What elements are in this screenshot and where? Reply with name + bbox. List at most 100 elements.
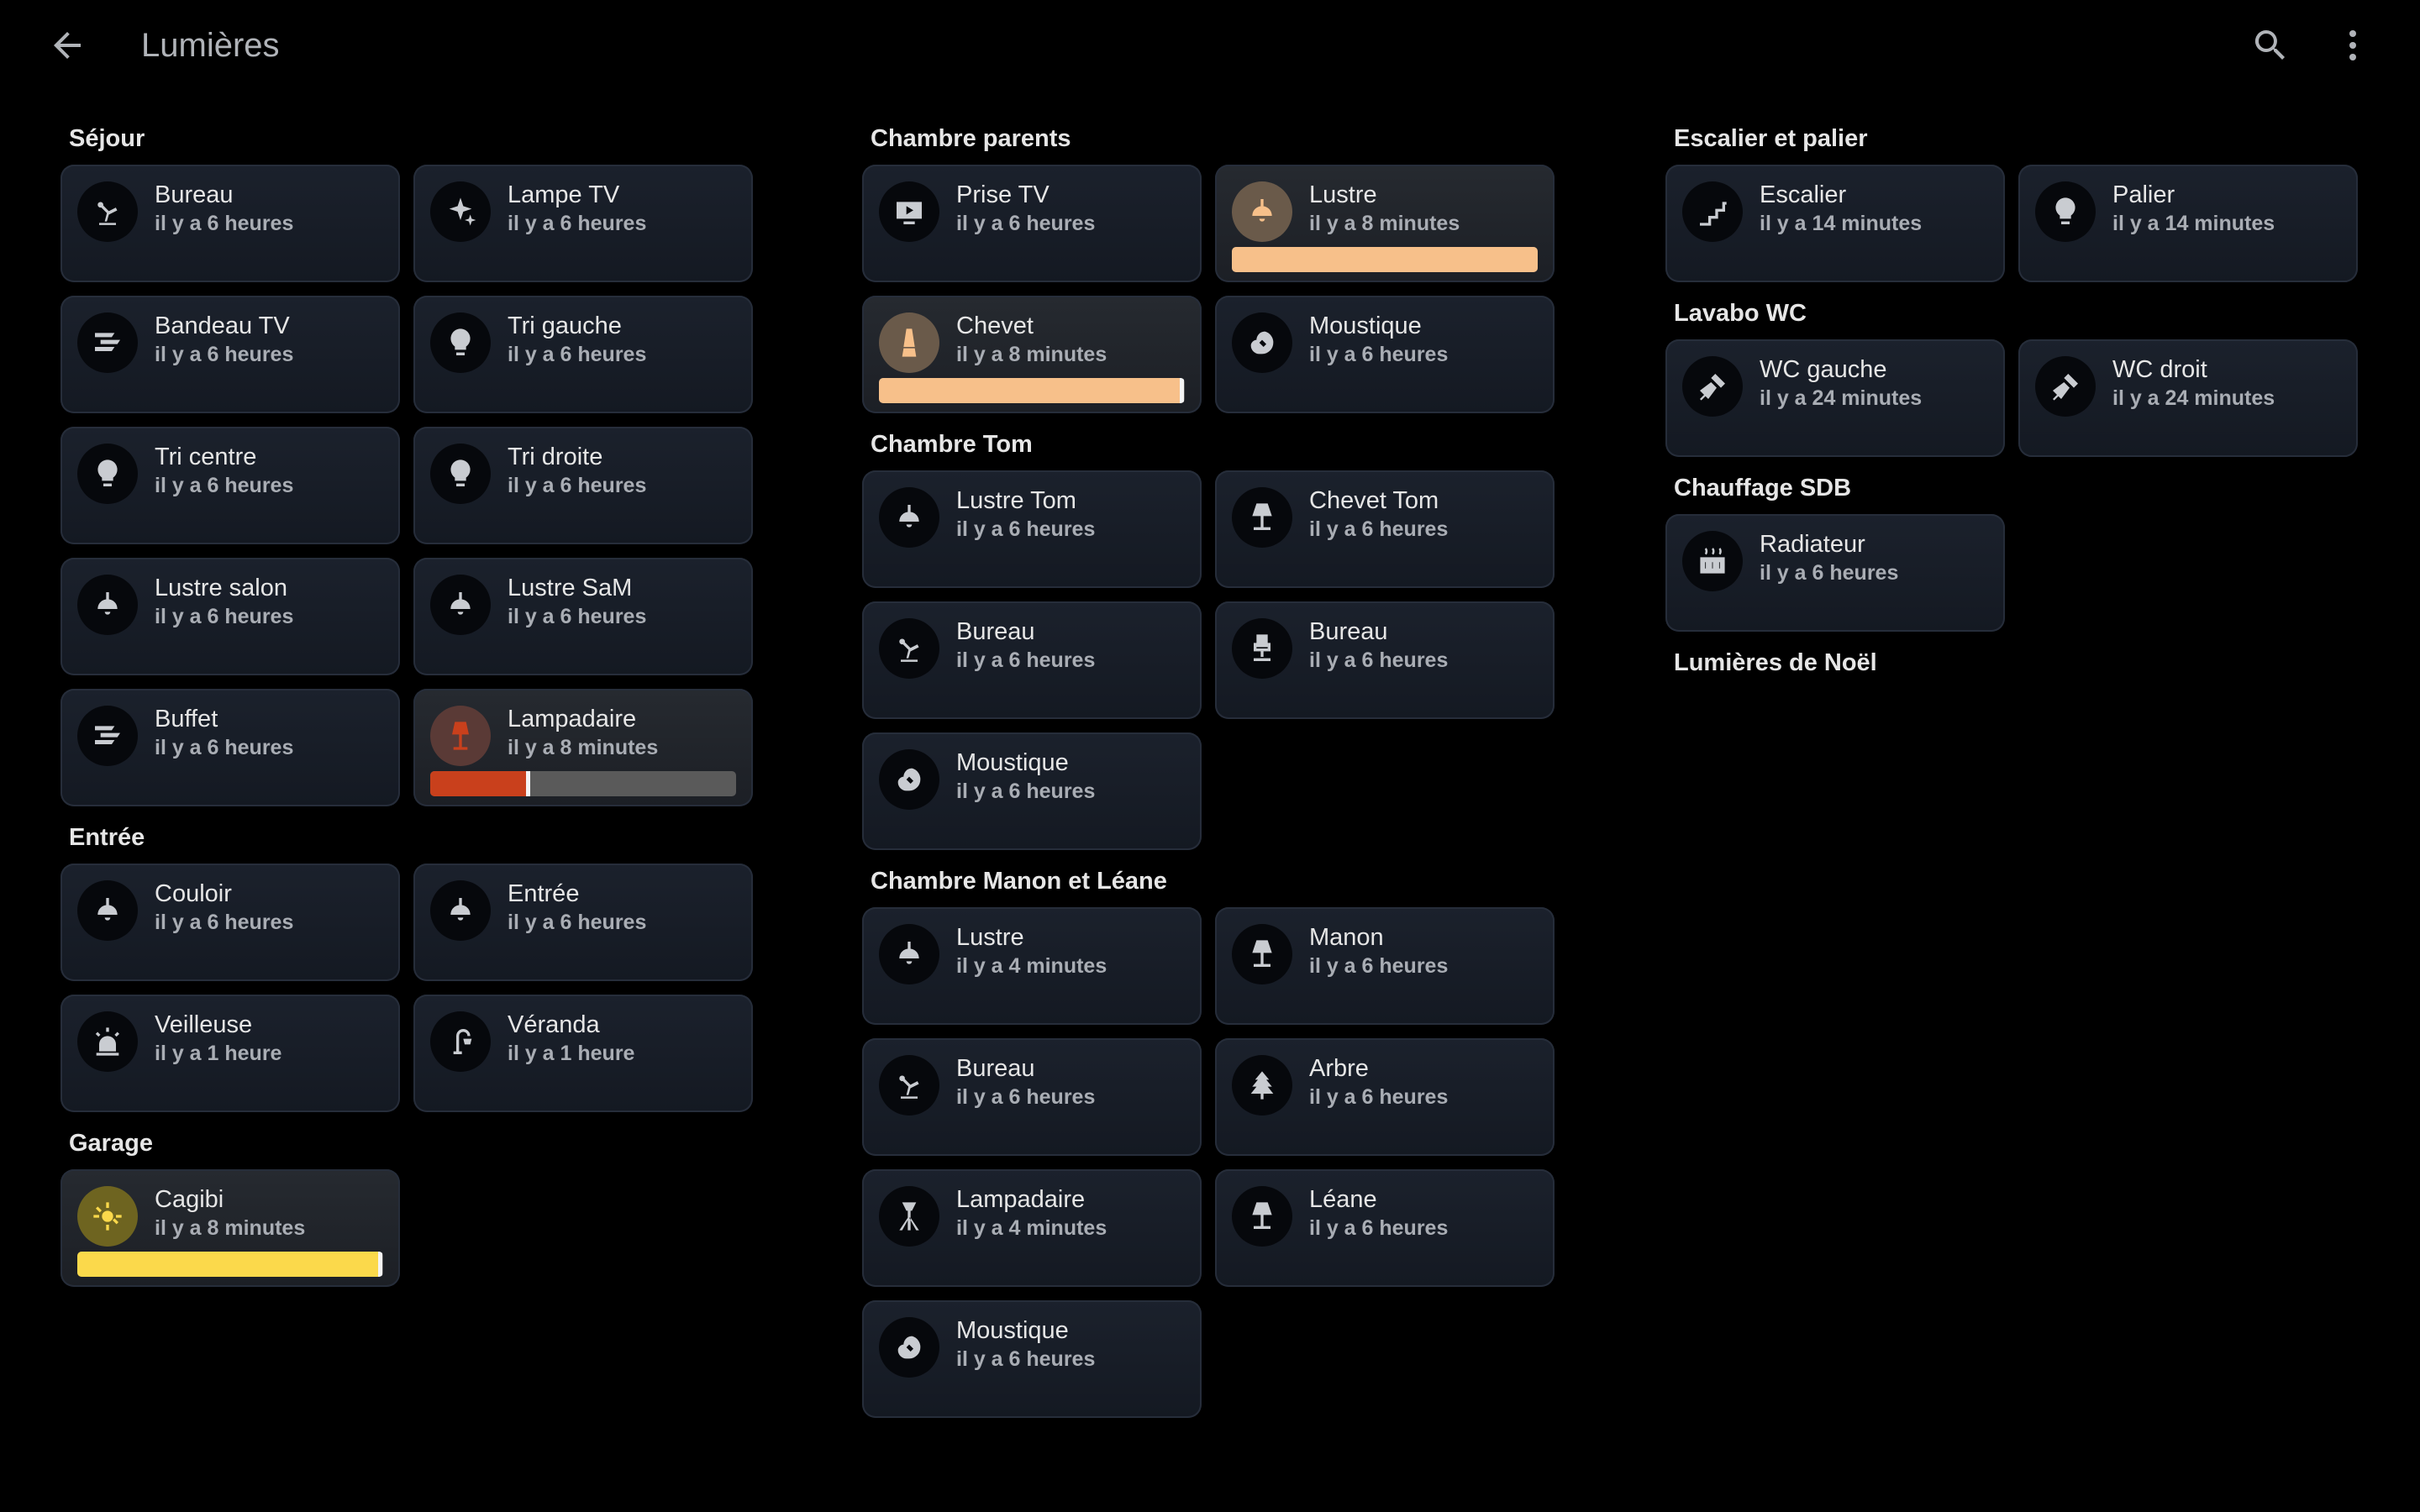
light-tile[interactable]: Couloir il y a 6 heures bbox=[60, 864, 400, 981]
outdoor-lamp-icon[interactable] bbox=[430, 1011, 491, 1072]
light-tile[interactable]: Chevet il y a 8 minutes bbox=[862, 296, 1202, 413]
light-tile[interactable]: Radiateur il y a 6 heures bbox=[1665, 514, 2005, 632]
spotlight-beam-icon[interactable] bbox=[1682, 356, 1743, 417]
light-tile[interactable]: Lustre salon il y a 6 heures bbox=[60, 558, 400, 675]
floor-lamp-icon[interactable] bbox=[430, 706, 491, 766]
ceiling-light-icon[interactable] bbox=[879, 924, 939, 984]
light-tile[interactable]: Lampadaire il y a 8 minutes bbox=[413, 689, 753, 806]
tv-icon[interactable] bbox=[879, 181, 939, 242]
spotlight-icon[interactable] bbox=[77, 1186, 138, 1247]
light-tile[interactable]: Lustre il y a 8 minutes bbox=[1215, 165, 1555, 282]
brightness-slider[interactable] bbox=[879, 378, 1185, 403]
tile-last-changed: il y a 6 heures bbox=[155, 736, 294, 759]
search-icon[interactable] bbox=[2250, 25, 2291, 66]
light-tile[interactable]: Arbre il y a 6 heures bbox=[1215, 1038, 1555, 1156]
brightness-knob[interactable] bbox=[526, 771, 531, 796]
tile-last-changed: il y a 6 heures bbox=[155, 474, 294, 497]
radiator-icon[interactable] bbox=[1682, 531, 1743, 591]
office-chair-icon[interactable] bbox=[1232, 618, 1292, 679]
light-tile[interactable]: Tri centre il y a 6 heures bbox=[60, 427, 400, 544]
light-tile[interactable]: WC gauche il y a 24 minutes bbox=[1665, 339, 2005, 457]
table-lamp-icon[interactable] bbox=[1232, 924, 1292, 984]
light-tile[interactable]: Tri droite il y a 6 heures bbox=[413, 427, 753, 544]
bulb-icon[interactable] bbox=[2035, 181, 2096, 242]
area-tiles: Prise TV il y a 6 heures Lustre il y a 8 mi… bbox=[862, 165, 1585, 413]
tile-last-changed: il y a 6 heures bbox=[956, 212, 1096, 235]
light-tile[interactable]: Bureau il y a 6 heures bbox=[60, 165, 400, 282]
brightness-knob[interactable] bbox=[1180, 378, 1185, 403]
light-tile[interactable]: Manon il y a 6 heures bbox=[1215, 907, 1555, 1025]
area-tiles: Bureau il y a 6 heures Lampe TV il y a 6 he… bbox=[60, 165, 783, 806]
light-tile[interactable]: Buffet il y a 6 heures bbox=[60, 689, 400, 806]
mosquito-icon[interactable] bbox=[879, 1317, 939, 1378]
brightness-slider[interactable] bbox=[430, 771, 736, 796]
light-tile[interactable]: Cagibi il y a 8 minutes bbox=[60, 1169, 400, 1287]
alarm-light-icon[interactable] bbox=[77, 1011, 138, 1072]
bulb-icon[interactable] bbox=[430, 444, 491, 504]
light-tile[interactable]: Escalier il y a 14 minutes bbox=[1665, 165, 2005, 282]
light-tile[interactable]: Lustre Tom il y a 6 heures bbox=[862, 470, 1202, 588]
light-tile[interactable]: Prise TV il y a 6 heures bbox=[862, 165, 1202, 282]
bulb-icon[interactable] bbox=[430, 312, 491, 373]
table-lamp-icon[interactable] bbox=[1232, 487, 1292, 548]
desk-lamp-icon[interactable] bbox=[879, 618, 939, 679]
tile-last-changed: il y a 6 heures bbox=[1309, 648, 1449, 672]
desk-lamp-icon[interactable] bbox=[77, 181, 138, 242]
ceiling-light-icon[interactable] bbox=[430, 575, 491, 635]
bulb-icon[interactable] bbox=[77, 444, 138, 504]
tile-last-changed: il y a 6 heures bbox=[508, 212, 647, 235]
tile-last-changed: il y a 6 heures bbox=[508, 474, 647, 497]
light-tile[interactable]: Moustique il y a 6 heures bbox=[862, 1300, 1202, 1418]
brightness-fill bbox=[1232, 247, 1538, 272]
ceiling-light-icon[interactable] bbox=[77, 575, 138, 635]
tile-last-changed: il y a 6 heures bbox=[956, 780, 1096, 803]
light-tile[interactable]: Véranda il y a 1 heure bbox=[413, 995, 753, 1112]
light-tile[interactable]: Bandeau TV il y a 6 heures bbox=[60, 296, 400, 413]
area-heading: Garage bbox=[69, 1130, 153, 1157]
pine-tree-icon[interactable] bbox=[1232, 1055, 1292, 1116]
light-tile[interactable]: Chevet Tom il y a 6 heures bbox=[1215, 470, 1555, 588]
light-tile[interactable]: Lustre il y a 4 minutes bbox=[862, 907, 1202, 1025]
ceiling-light-icon[interactable] bbox=[1232, 181, 1292, 242]
light-tile[interactable]: Lampadaire il y a 4 minutes bbox=[862, 1169, 1202, 1287]
light-tile[interactable]: Palier il y a 14 minutes bbox=[2018, 165, 2358, 282]
tripod-lamp-icon[interactable] bbox=[879, 1186, 939, 1247]
light-tile[interactable]: Tri gauche il y a 6 heures bbox=[413, 296, 753, 413]
desk-lamp-icon[interactable] bbox=[879, 1055, 939, 1116]
led-strip-icon[interactable] bbox=[77, 312, 138, 373]
light-tile[interactable]: Bureau il y a 6 heures bbox=[862, 1038, 1202, 1156]
ceiling-light-icon[interactable] bbox=[430, 880, 491, 941]
tile-last-changed: il y a 6 heures bbox=[956, 648, 1096, 672]
light-tile[interactable]: Moustique il y a 6 heures bbox=[862, 732, 1202, 850]
brightness-slider[interactable] bbox=[1232, 247, 1538, 272]
light-tile[interactable]: Moustique il y a 6 heures bbox=[1215, 296, 1555, 413]
light-tile[interactable]: Bureau il y a 6 heures bbox=[862, 601, 1202, 719]
light-tile[interactable]: Veilleuse il y a 1 heure bbox=[60, 995, 400, 1112]
led-strip-icon[interactable] bbox=[77, 706, 138, 766]
stairs-icon[interactable] bbox=[1682, 181, 1743, 242]
light-tile[interactable]: Lampe TV il y a 6 heures bbox=[413, 165, 753, 282]
light-tile[interactable]: Lustre SaM il y a 6 heures bbox=[413, 558, 753, 675]
tile-name: Lampadaire bbox=[508, 706, 637, 732]
light-tile[interactable]: WC droit il y a 24 minutes bbox=[2018, 339, 2358, 457]
mosquito-icon[interactable] bbox=[1232, 312, 1292, 373]
spotlight-beam-icon[interactable] bbox=[2035, 356, 2096, 417]
table-lamp-icon[interactable] bbox=[1232, 1186, 1292, 1247]
lava-lamp-icon[interactable] bbox=[879, 312, 939, 373]
light-tile[interactable]: Entrée il y a 6 heures bbox=[413, 864, 753, 981]
tile-last-changed: il y a 6 heures bbox=[1309, 517, 1449, 541]
tile-last-changed: il y a 6 heures bbox=[155, 343, 294, 366]
brightness-slider[interactable] bbox=[77, 1252, 383, 1277]
mosquito-icon[interactable] bbox=[879, 749, 939, 810]
ceiling-light-icon[interactable] bbox=[77, 880, 138, 941]
tile-last-changed: il y a 1 heure bbox=[508, 1042, 635, 1065]
tile-last-changed: il y a 6 heures bbox=[1309, 1216, 1449, 1240]
ceiling-light-icon[interactable] bbox=[879, 487, 939, 548]
sparkles-icon[interactable] bbox=[430, 181, 491, 242]
light-tile[interactable]: Léane il y a 6 heures bbox=[1215, 1169, 1555, 1287]
arrow-left-icon[interactable] bbox=[47, 25, 87, 66]
more-vertical-icon[interactable] bbox=[2333, 25, 2373, 66]
light-tile[interactable]: Bureau il y a 6 heures bbox=[1215, 601, 1555, 719]
brightness-knob[interactable] bbox=[378, 1252, 383, 1277]
brightness-fill bbox=[77, 1252, 381, 1277]
